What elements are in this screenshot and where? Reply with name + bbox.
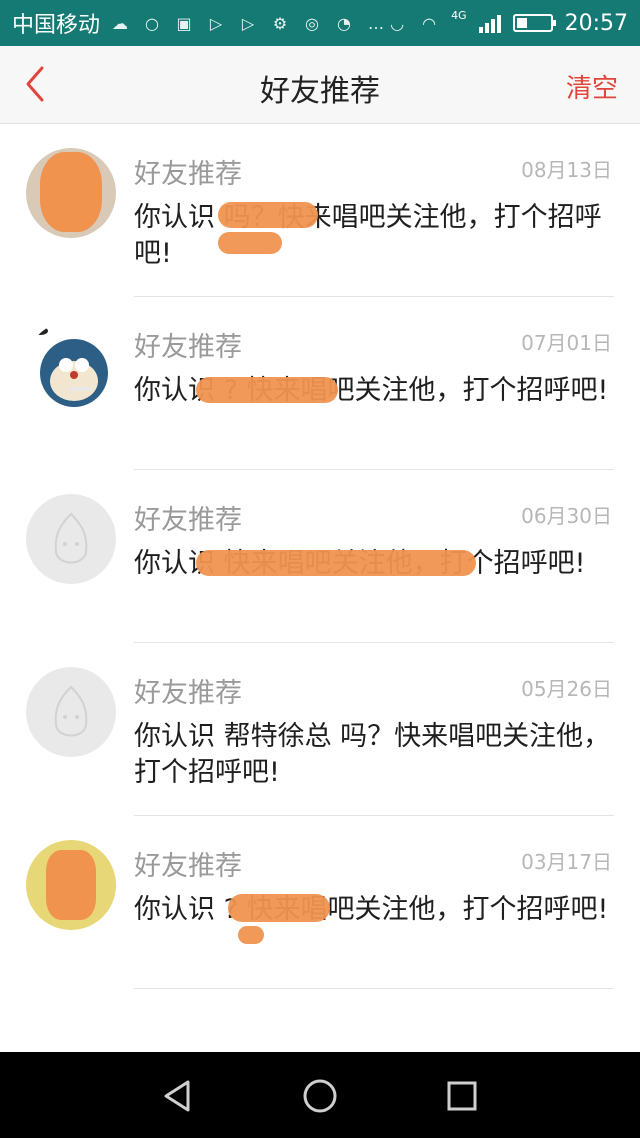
list-item[interactable]: 好友推荐 05月26日 你认识 帮特徐总 吗？快来唱吧关注他，打个招呼吧! xyxy=(0,643,640,816)
item-title: 好友推荐 xyxy=(134,678,242,709)
status-bar: 中国移动 ☁ ○ ▣ ▷ ▷ ⚙ ◎ ◔ … ◡ ◠ 4G 20:57 xyxy=(0,0,640,46)
item-title: 好友推荐 xyxy=(134,332,242,363)
wechat-icon: ◎ xyxy=(305,13,319,33)
redaction-mark xyxy=(238,926,264,944)
status-icons: ☁ ○ ▣ ▷ ▷ ⚙ ◎ ◔ … xyxy=(110,13,386,33)
home-circle-icon xyxy=(303,1079,337,1113)
doraemon-avatar-icon xyxy=(32,327,108,407)
item-date: 08月13日 xyxy=(521,158,612,182)
item-message: 你认识 吗？快来唱吧关注他，打个招呼吧! xyxy=(134,202,602,269)
redaction-mark xyxy=(228,894,330,922)
clear-button[interactable]: 清空 xyxy=(566,68,618,105)
settings-icon: ⚙ xyxy=(272,13,288,33)
recents-square-icon xyxy=(447,1081,477,1111)
item-date: 06月30日 xyxy=(521,504,612,528)
system-navigation-bar xyxy=(0,1052,640,1138)
redaction-mark xyxy=(196,550,476,576)
redaction-mark xyxy=(218,202,318,228)
page-title: 好友推荐 xyxy=(260,74,380,109)
more-icon: … xyxy=(368,13,385,33)
item-date: 03月17日 xyxy=(521,850,612,874)
headphone-icon: ◡ xyxy=(390,13,405,33)
list-item[interactable]: 好友推荐 07月01日 你认识 ? 快来唱吧关注他，打个招呼吧! xyxy=(0,297,640,470)
avatar[interactable] xyxy=(26,148,116,238)
play-icon: ▷ xyxy=(241,13,255,33)
recommendation-list: 好友推荐 08月13日 你认识 吗？快来唱吧关注他，打个招呼吧! 好友推荐 07… xyxy=(0,124,640,989)
network-type: 4G xyxy=(451,8,467,22)
avatar[interactable] xyxy=(26,840,116,930)
list-item[interactable]: 好友推荐 03月17日 你认识 ? 快来唱吧关注他，打个招呼吧! xyxy=(0,816,640,989)
home-nav-button[interactable] xyxy=(298,1074,342,1118)
list-item[interactable]: 好友推荐 06月30日 你认识 快来唱吧关注他，打个招呼吧! xyxy=(0,470,640,643)
signal-icon xyxy=(478,13,501,33)
hotspot-icon: ◔ xyxy=(337,13,351,33)
avatar[interactable] xyxy=(26,321,116,411)
item-title: 好友推荐 xyxy=(134,505,242,536)
item-date: 07月01日 xyxy=(521,331,612,355)
chat-icon: ○ xyxy=(145,13,159,33)
play-icon: ▷ xyxy=(209,13,223,33)
carrier-label: 中国移动 xyxy=(12,13,101,38)
divider xyxy=(134,988,614,989)
redaction-mark xyxy=(196,377,338,403)
battery-icon xyxy=(512,14,556,32)
avatar[interactable] xyxy=(26,667,116,757)
clock: 20:57 xyxy=(564,10,628,36)
back-nav-button[interactable] xyxy=(156,1074,200,1118)
item-date: 05月26日 xyxy=(521,677,612,701)
list-item[interactable]: 好友推荐 08月13日 你认识 吗？快来唱吧关注他，打个招呼吧! xyxy=(0,124,640,297)
item-title: 好友推荐 xyxy=(134,159,242,190)
default-avatar-icon xyxy=(54,512,88,564)
app-icon: ▣ xyxy=(176,13,192,33)
item-title: 好友推荐 xyxy=(134,851,242,882)
status-right: ◡ ◠ 4G 20:57 xyxy=(387,8,628,36)
default-avatar-icon xyxy=(54,685,88,737)
item-message: 你认识 ? 快来唱吧关注他，打个招呼吧! xyxy=(134,894,609,925)
item-message: 你认识 帮特徐总 吗？快来唱吧关注他，打个招呼吧! xyxy=(134,721,611,788)
redaction-mark xyxy=(218,232,282,254)
recents-nav-button[interactable] xyxy=(440,1074,484,1118)
wifi-icon: ◠ xyxy=(422,13,437,33)
avatar[interactable] xyxy=(26,494,116,584)
triangle-back-icon xyxy=(164,1080,190,1112)
weather-icon: ☁ xyxy=(112,13,129,33)
navigation-bar: 好友推荐 清空 xyxy=(0,46,640,124)
